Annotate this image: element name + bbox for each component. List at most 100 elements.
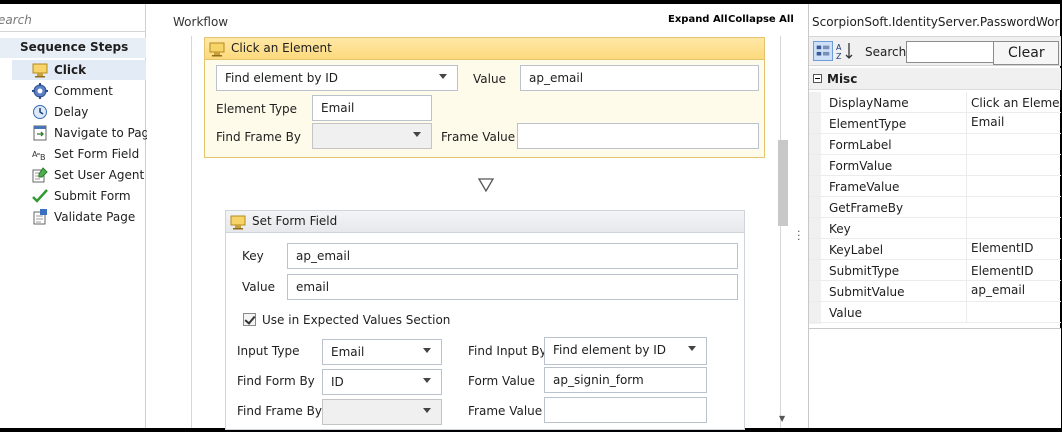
expand-all-button[interactable]: Expand All [668, 14, 728, 25]
activity-header[interactable]: Set Form Field [226, 211, 744, 233]
input-type-select[interactable]: Email [322, 339, 442, 365]
element-type-input[interactable]: Email [312, 95, 432, 121]
toolbox-item-validate-page[interactable]: Validate Page [12, 207, 146, 227]
find-form-by-label: Find Form By [237, 374, 315, 388]
toolbox-item-label: Set Form Field [54, 147, 140, 161]
column-divider [966, 239, 967, 260]
property-row[interactable]: DisplayName Click an Element [809, 92, 1061, 113]
use-expected-values-checkbox[interactable] [243, 313, 256, 326]
property-row[interactable]: SubmitType ElementID [809, 260, 1061, 281]
properties-splitter-grip[interactable]: · · · [797, 226, 801, 245]
activity-title: Click an Element [231, 41, 332, 55]
property-value[interactable]: ap_email [971, 283, 1061, 297]
property-key: FormValue [829, 159, 893, 173]
find-input-by-select[interactable]: Find element by ID [544, 337, 707, 365]
toolbox-item-label: Validate Page [54, 210, 136, 224]
navigate-page-icon [33, 125, 47, 141]
toolbox-item-label: Delay [54, 105, 89, 119]
frame-value-input[interactable] [544, 397, 707, 423]
value-input[interactable]: ap_email [520, 65, 759, 91]
toolbox-item-set-user-agent[interactable]: Set User Agent [12, 165, 146, 185]
find-element-by-select[interactable]: Find element by ID [216, 65, 458, 91]
scrollbar-thumb[interactable] [778, 140, 788, 226]
properties-title: ScorpionSoft.IdentityServer.PasswordWork… [812, 15, 1060, 29]
designer-vertical-scrollbar[interactable]: ▼ [778, 36, 788, 428]
toolbox-item-label: Navigate to Page [54, 126, 157, 140]
column-divider [966, 281, 967, 302]
properties-panel: ScorpionSoft.IdentityServer.PasswordWork… [808, 4, 1061, 428]
collapse-toggle-icon[interactable] [813, 74, 822, 83]
toolbox-item-label: Click [54, 63, 87, 77]
property-value[interactable]: ElementID [971, 241, 1061, 255]
find-input-by-value: Find element by ID [553, 343, 667, 357]
toolbox-search-placeholder: earch [0, 13, 32, 27]
svg-text:B: B [40, 153, 46, 162]
toolbox-item-click[interactable]: Click [12, 60, 146, 80]
value-input[interactable]: email [287, 274, 738, 300]
toolbox-item-comment[interactable]: Comment [12, 81, 146, 101]
properties-search-input[interactable] [906, 41, 994, 63]
activity-header[interactable]: Click an Element [205, 38, 764, 60]
chevron-down-icon [439, 74, 447, 79]
value-label: Value [242, 280, 275, 294]
categorized-view-icon[interactable] [813, 41, 833, 61]
column-divider [966, 134, 967, 155]
column-divider [966, 218, 967, 239]
property-key: SubmitValue [829, 285, 905, 299]
find-input-by-label: Find Input By [468, 344, 547, 358]
scroll-down-arrow-icon[interactable]: ▼ [779, 414, 785, 423]
property-key: GetFrameBy [829, 201, 904, 215]
property-row[interactable]: SubmitValue ap_email [809, 281, 1061, 302]
property-value[interactable]: Click an Element [971, 96, 1061, 110]
column-divider [966, 197, 967, 218]
property-value[interactable]: Email [971, 115, 1061, 129]
find-frame-by-label: Find Frame By [237, 404, 322, 418]
clear-button[interactable]: Clear [993, 41, 1059, 65]
frame-value-label: Frame Value [468, 404, 543, 418]
toolbox-item-submit-form[interactable]: Submit Form [12, 186, 146, 206]
key-input[interactable]: ap_email [287, 243, 738, 269]
collapse-all-button[interactable]: Collapse All [728, 14, 794, 25]
input-type-label: Input Type [237, 344, 300, 358]
checkmark-icon [32, 189, 48, 203]
application-window: earch Sequence Steps Click Comment Delay… [0, 4, 1061, 430]
toolbox-item-delay[interactable]: Delay [12, 102, 146, 122]
clock-icon [33, 105, 47, 119]
property-key: Key [829, 222, 851, 236]
property-row[interactable]: FrameValue [809, 176, 1061, 197]
property-key: SubmitType [829, 264, 900, 278]
chevron-down-icon [423, 378, 431, 383]
property-key: FrameValue [829, 180, 900, 194]
properties-category-misc[interactable]: Misc [809, 68, 1061, 90]
chevron-down-icon [423, 348, 431, 353]
find-frame-by-select[interactable] [312, 123, 432, 149]
toolbox-search-input[interactable]: earch [0, 10, 146, 32]
property-row[interactable]: FormLabel [809, 134, 1061, 155]
property-value[interactable]: ElementID [971, 264, 1061, 278]
set-form-field-activity[interactable]: Set Form Field Key ap_email Value email … [225, 210, 745, 430]
sort-alphabetical-icon[interactable]: AZ [835, 41, 855, 61]
property-row[interactable]: Key [809, 218, 1061, 239]
property-row[interactable]: Value [809, 302, 1061, 323]
find-frame-by-select[interactable] [322, 399, 442, 425]
toolbox-item-navigate-to-page[interactable]: Navigate to Page [12, 123, 157, 143]
property-key: Value [829, 306, 862, 320]
property-row[interactable]: KeyLabel ElementID [809, 239, 1061, 260]
frame-value-input[interactable] [517, 123, 759, 149]
value-input-text: email [296, 280, 330, 294]
find-form-by-select[interactable]: ID [322, 369, 442, 395]
element-type-text: Email [321, 101, 355, 115]
property-row[interactable]: ElementType Email [809, 113, 1061, 134]
property-row[interactable]: GetFrameBy [809, 197, 1061, 218]
form-value-input[interactable]: ap_signin_form [544, 367, 707, 393]
click-element-activity[interactable]: Click an Element Find element by ID Valu… [204, 37, 765, 158]
value-input-text: ap_email [529, 71, 584, 85]
toolbox-item-set-form-field[interactable]: AB Set Form Field [12, 144, 146, 164]
property-row[interactable]: FormValue [809, 155, 1061, 176]
find-element-by-value: Find element by ID [225, 71, 339, 85]
toolbox-category-label: Sequence Steps [20, 40, 129, 54]
user-agent-icon [32, 167, 48, 183]
toolbox-panel: earch Sequence Steps Click Comment Delay… [0, 4, 157, 428]
toolbox-category-sequence-steps[interactable]: Sequence Steps [0, 38, 146, 58]
property-key: ElementType [829, 117, 907, 131]
